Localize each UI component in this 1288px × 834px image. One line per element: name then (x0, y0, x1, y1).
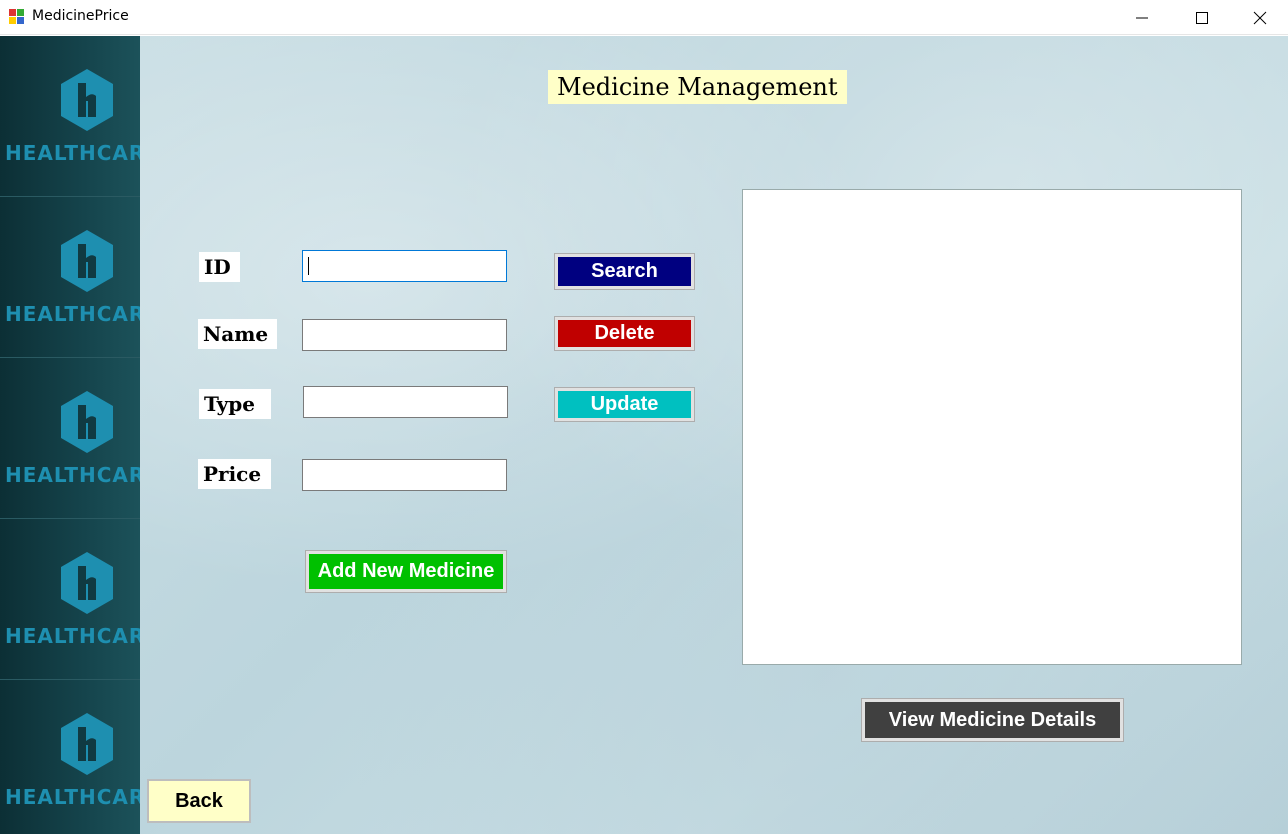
search-button[interactable]: Search (554, 253, 695, 290)
add-new-medicine-button[interactable]: Add New Medicine (305, 550, 507, 593)
sidebar: HEALTHCARE HEALTHCARE HEALTHCARE HEALTHC… (0, 36, 140, 834)
add-new-medicine-button-label: Add New Medicine (309, 554, 503, 589)
text-caret (308, 257, 309, 275)
minimize-icon (1136, 17, 1148, 18)
medicine-data-grid[interactable] (742, 189, 1242, 665)
name-field[interactable] (302, 319, 507, 351)
brand-text: HEALTHCARE (5, 141, 140, 165)
brand-logo: HEALTHCARE (0, 197, 140, 358)
title-bar: MedicinePrice (0, 0, 1288, 35)
brand-text: HEALTHCARE (5, 624, 140, 648)
close-button[interactable] (1232, 0, 1288, 35)
id-field[interactable] (302, 250, 507, 282)
type-label: Type (199, 389, 271, 419)
view-medicine-details-button[interactable]: View Medicine Details (861, 698, 1124, 742)
price-field[interactable] (302, 459, 507, 491)
price-label: Price (198, 459, 271, 489)
type-field[interactable] (303, 386, 508, 418)
brand-logo: HEALTHCARE (0, 519, 140, 680)
name-label: Name (198, 319, 277, 349)
delete-button[interactable]: Delete (554, 316, 695, 351)
brand-logo: HEALTHCARE (0, 36, 140, 197)
healthcare-logo-icon (61, 69, 113, 131)
maximize-button[interactable] (1174, 0, 1230, 35)
brand-logo: HEALTHCARE (0, 358, 140, 519)
back-button[interactable]: Back (147, 779, 251, 823)
page-title: Medicine Management (548, 70, 847, 104)
healthcare-logo-icon (61, 713, 113, 775)
minimize-button[interactable] (1114, 0, 1170, 35)
maximize-icon (1196, 11, 1208, 24)
id-label: ID (199, 252, 240, 282)
brand-text: HEALTHCARE (5, 785, 140, 809)
close-icon (1253, 11, 1267, 24)
healthcare-logo-icon (61, 391, 113, 453)
brand-logo: HEALTHCARE (0, 680, 140, 834)
healthcare-logo-icon (61, 552, 113, 614)
brand-text: HEALTHCARE (5, 302, 140, 326)
delete-button-label: Delete (558, 320, 691, 347)
search-button-label: Search (558, 257, 691, 286)
brand-text: HEALTHCARE (5, 463, 140, 487)
update-button-label: Update (558, 391, 691, 418)
update-button[interactable]: Update (554, 387, 695, 422)
window-title: MedicinePrice (32, 8, 129, 24)
view-medicine-details-button-label: View Medicine Details (865, 702, 1120, 738)
app-icon (9, 9, 25, 25)
healthcare-logo-icon (61, 230, 113, 292)
